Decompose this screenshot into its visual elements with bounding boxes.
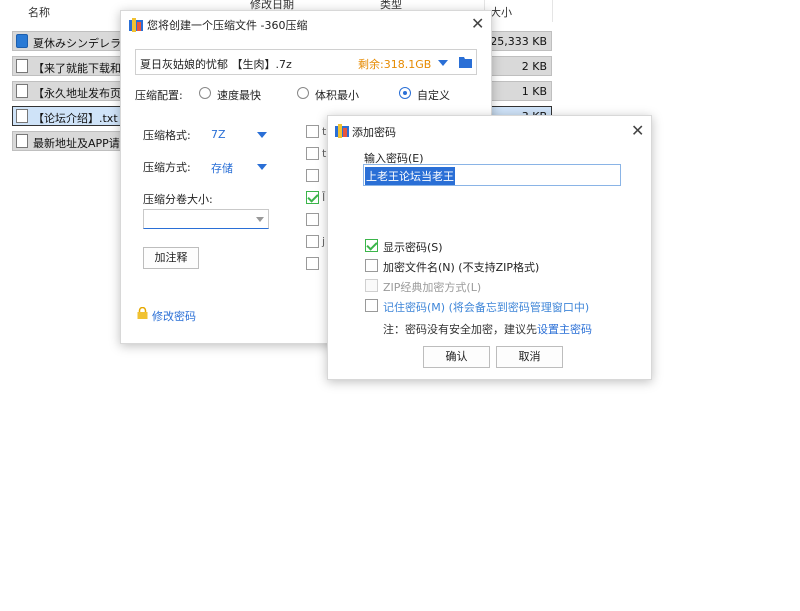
compress-app-icon xyxy=(335,124,349,138)
encrypt-filename-checkbox[interactable] xyxy=(365,259,378,272)
security-note: 注：密码没有安全加密，建议先 xyxy=(383,323,537,336)
sort-arrow-icon: ^ xyxy=(128,0,137,7)
file-name: 【来了就能下载和 xyxy=(33,62,121,75)
lock-icon xyxy=(137,307,148,319)
close-icon[interactable]: ✕ xyxy=(471,16,484,32)
change-password-link[interactable]: 修改密码 xyxy=(152,308,196,324)
option-checkbox[interactable] xyxy=(306,235,319,248)
option-checkbox-label: Ī xyxy=(322,191,326,204)
option-checkbox[interactable] xyxy=(306,147,319,160)
compress-app-icon xyxy=(129,18,143,32)
option-checkbox-label: t xyxy=(322,147,327,160)
file-name: 【论坛介绍】.txt xyxy=(33,112,118,125)
free-space-text: 剩余:318.1GB xyxy=(358,58,432,71)
chevron-down-icon[interactable] xyxy=(257,164,267,170)
format-label: 压缩格式: xyxy=(143,129,191,142)
format-select[interactable]: 7Z xyxy=(211,128,226,141)
set-master-password-link[interactable]: 设置主密码 xyxy=(537,321,592,337)
chevron-down-icon[interactable] xyxy=(257,132,267,138)
archive-name-value: 夏日灰姑娘的忧郁 【生肉】.7z xyxy=(140,58,292,71)
encrypt-filename-label[interactable]: 加密文件名(N) (不支持ZIP格式) xyxy=(383,259,539,275)
column-header-size[interactable]: 大小 xyxy=(490,4,512,20)
text-file-icon xyxy=(16,59,28,73)
radio-fastest-label[interactable]: 速度最快 xyxy=(217,87,261,103)
column-divider xyxy=(552,0,553,22)
option-checkbox[interactable] xyxy=(306,169,319,182)
split-size-label: 压缩分卷大小: xyxy=(143,193,213,206)
password-dialog: 添加密码 ✕ 输入密码(E) 上老王论坛当老王 显示密码(S) 加密文件名(N)… xyxy=(327,115,652,380)
config-label: 压缩配置: xyxy=(135,89,183,102)
show-password-checkbox[interactable] xyxy=(365,239,378,252)
method-label: 压缩方式: xyxy=(143,161,191,174)
dialog-title: 添加密码 xyxy=(352,126,396,139)
method-select[interactable]: 存储 xyxy=(211,160,233,176)
radio-fastest[interactable] xyxy=(199,87,211,99)
chevron-down-icon[interactable] xyxy=(438,60,448,66)
video-file-icon xyxy=(16,34,28,48)
show-password-label[interactable]: 显示密码(S) xyxy=(383,239,443,255)
split-size-input[interactable] xyxy=(143,209,269,229)
file-name: 夏休みシンデレラ xyxy=(33,37,121,50)
radio-custom[interactable] xyxy=(399,87,411,99)
option-checkbox[interactable] xyxy=(306,257,319,270)
text-file-icon xyxy=(16,84,28,98)
option-checkbox[interactable] xyxy=(306,213,319,226)
folder-icon[interactable] xyxy=(459,56,472,68)
text-file-icon xyxy=(16,134,28,148)
add-comment-button[interactable]: 加注释 xyxy=(143,247,199,269)
remember-password-label[interactable]: 记住密码(M) (将会备忘到密码管理窗口中) xyxy=(383,299,589,315)
file-name: 最新地址及APP请 xyxy=(33,137,120,150)
close-icon[interactable]: ✕ xyxy=(631,123,644,139)
text-file-icon xyxy=(16,109,28,123)
password-input[interactable]: 上老王论坛当老王 xyxy=(363,164,621,186)
chevron-down-icon[interactable] xyxy=(256,217,264,222)
file-size: 2 KB xyxy=(521,60,547,73)
cancel-button[interactable]: 取消 xyxy=(496,346,563,368)
remember-password-checkbox[interactable] xyxy=(365,299,378,312)
file-size: 125,333 KB xyxy=(483,35,547,48)
radio-smallest[interactable] xyxy=(297,87,309,99)
ok-button[interactable]: 确认 xyxy=(423,346,490,368)
zip-classic-checkbox xyxy=(365,279,378,292)
option-checkbox[interactable] xyxy=(306,125,319,138)
option-checkbox-label: t xyxy=(322,125,327,138)
archive-name-field[interactable]: 夏日灰姑娘的忧郁 【生肉】.7z 剩余:318.1GB xyxy=(135,49,477,75)
zip-classic-label: ZIP经典加密方式(L) xyxy=(383,281,482,294)
dialog-title: 您将创建一个压缩文件 -360压缩 xyxy=(147,19,308,32)
column-header-name[interactable]: 名称 xyxy=(28,4,50,20)
password-value: 上老王论坛当老王 xyxy=(365,167,455,185)
file-size: 1 KB xyxy=(521,85,547,98)
file-name: 【永久地址发布页 xyxy=(33,87,121,100)
radio-smallest-label[interactable]: 体积最小 xyxy=(315,87,359,103)
option-checkbox-checked[interactable] xyxy=(306,191,319,204)
radio-custom-label[interactable]: 自定义 xyxy=(417,87,450,103)
option-checkbox-label: j xyxy=(322,235,326,248)
